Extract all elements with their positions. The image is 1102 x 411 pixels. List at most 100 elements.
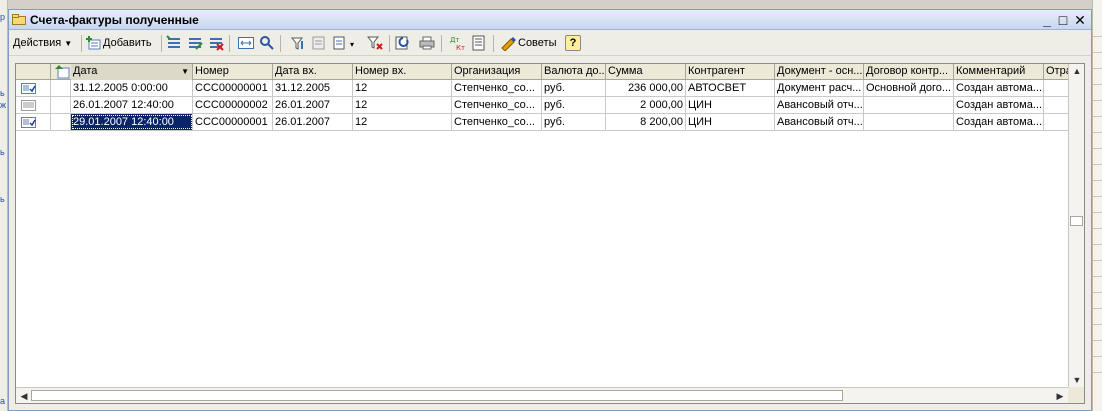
- close-button[interactable]: ✕: [1072, 11, 1088, 29]
- filter-dropdown-arrow-icon[interactable]: ▾: [350, 35, 354, 54]
- background-link-fragment: ь: [0, 194, 5, 204]
- debit-credit-icon[interactable]: Дт Кт: [450, 35, 466, 51]
- tips-button[interactable]: Советы: [518, 34, 556, 53]
- cell-in-date[interactable]: 31.12.2005: [273, 80, 353, 96]
- cell-currency[interactable]: руб.: [542, 114, 606, 130]
- print-icon[interactable]: [419, 35, 435, 51]
- scroll-down-arrow-icon[interactable]: ▼: [1069, 373, 1085, 387]
- help-button[interactable]: ?: [565, 35, 581, 51]
- delete-row-icon[interactable]: [208, 35, 224, 51]
- add-row-icon[interactable]: [86, 35, 102, 51]
- cell-comment[interactable]: Создан автома...: [954, 114, 1044, 130]
- cell-organization[interactable]: Степченко_со...: [452, 97, 542, 113]
- folder-icon: [12, 14, 26, 25]
- column-header-status[interactable]: [16, 64, 51, 80]
- column-header-reflect[interactable]: Отра: [1044, 64, 1068, 80]
- interval-icon[interactable]: [238, 35, 254, 51]
- cell-in-date[interactable]: 26.01.2007: [273, 114, 353, 130]
- cell-currency[interactable]: руб.: [542, 97, 606, 113]
- find-icon[interactable]: [259, 35, 275, 51]
- cell-basis-document[interactable]: Авансовый отч...: [775, 97, 864, 113]
- column-header-date[interactable]: Дата ▼: [71, 64, 193, 80]
- add-button-label: обавить: [110, 37, 152, 49]
- table-row[interactable]: 31.12.2005 0:00:00 CCC00000001 31.12.200…: [16, 80, 1068, 97]
- cell-in-number[interactable]: 12: [353, 80, 452, 96]
- maximize-button[interactable]: □: [1055, 11, 1071, 29]
- horizontal-scrollbar[interactable]: ◀ ▶: [16, 387, 1068, 403]
- cell-contract[interactable]: Основной дого...: [864, 80, 954, 96]
- cell-date-selected[interactable]: 29.01.2007 12:40:00: [71, 114, 193, 130]
- hierarchy-toggle-icon[interactable]: [55, 65, 71, 79]
- cell-comment[interactable]: Создан автома...: [954, 97, 1044, 113]
- cell-organization[interactable]: Степченко_со...: [452, 80, 542, 96]
- background-app-left-panel: р ь ж ь ь а: [0, 0, 8, 411]
- actions-menu-button[interactable]: Действия ▼: [13, 34, 72, 53]
- cell-reflect[interactable]: [1044, 80, 1068, 96]
- row-status-cell: [16, 97, 51, 113]
- background-link-fragment: ж: [0, 100, 7, 110]
- tips-icon[interactable]: [500, 35, 516, 51]
- cell-sum[interactable]: 2 000,00: [606, 97, 686, 113]
- documents-table[interactable]: Дата ▼ Номер Дата вх. Номер вх. Организа…: [15, 63, 1085, 404]
- clear-filter-icon[interactable]: [367, 35, 383, 51]
- report-icon[interactable]: [471, 35, 487, 51]
- cell-contract[interactable]: [864, 97, 954, 113]
- cell-contract[interactable]: [864, 114, 954, 130]
- filter-by-value-icon[interactable]: [290, 35, 306, 51]
- column-header-counterparty[interactable]: Контрагент: [686, 64, 775, 80]
- cell-number[interactable]: CCC00000002: [193, 97, 273, 113]
- add-button[interactable]: Добавить: [103, 34, 152, 53]
- cell-comment[interactable]: Создан автома...: [954, 80, 1044, 96]
- column-header-basis-document[interactable]: Документ - осн...: [775, 64, 864, 80]
- posted-document-icon: [21, 117, 36, 128]
- scroll-left-arrow-icon[interactable]: ◀: [16, 389, 32, 403]
- edit-row-icon[interactable]: [187, 35, 203, 51]
- table-row-selected[interactable]: 29.01.2007 12:40:00 CCC00000001 26.01.20…: [16, 114, 1068, 131]
- scroll-right-arrow-icon[interactable]: ▶: [1052, 389, 1068, 403]
- background-link-fragment: ь: [0, 88, 5, 98]
- cell-counterparty[interactable]: АВТОСВЕТ: [686, 80, 775, 96]
- cell-in-date[interactable]: 26.01.2007: [273, 97, 353, 113]
- hierarchy-icon[interactable]: [311, 35, 327, 51]
- cell-organization[interactable]: Степченко_со...: [452, 114, 542, 130]
- column-header-number[interactable]: Номер: [193, 64, 273, 80]
- cell-counterparty[interactable]: ЦИН: [686, 114, 775, 130]
- cell-reflect[interactable]: [1044, 97, 1068, 113]
- cell-in-number[interactable]: 12: [353, 97, 452, 113]
- cell-sum[interactable]: 236 000,00: [606, 80, 686, 96]
- column-header-sum[interactable]: Сумма: [606, 64, 686, 80]
- background-app-right-panel: [1092, 0, 1102, 411]
- column-header-organization[interactable]: Организация: [452, 64, 542, 80]
- refresh-icon[interactable]: [395, 35, 411, 51]
- table-header: Дата ▼ Номер Дата вх. Номер вх. Организа…: [16, 64, 1068, 80]
- cell-currency[interactable]: руб.: [542, 80, 606, 96]
- cell-basis-document[interactable]: Авансовый отч...: [775, 114, 864, 130]
- svg-text:Дт: Дт: [450, 36, 460, 44]
- vertical-scroll-thumb[interactable]: [1070, 216, 1083, 226]
- cell-number[interactable]: CCC00000001: [193, 80, 273, 96]
- column-header-in-date[interactable]: Дата вх.: [273, 64, 353, 80]
- cell-number[interactable]: CCC00000001: [193, 114, 273, 130]
- cell-date[interactable]: 26.01.2007 12:40:00: [71, 97, 193, 113]
- minimize-button[interactable]: _: [1039, 11, 1055, 29]
- cell-date[interactable]: 31.12.2005 0:00:00: [71, 80, 193, 96]
- horizontal-scroll-thumb[interactable]: [31, 390, 843, 401]
- table-row[interactable]: 26.01.2007 12:40:00 CCC00000002 26.01.20…: [16, 97, 1068, 114]
- cell-reflect[interactable]: [1044, 114, 1068, 130]
- cell-basis-document[interactable]: Документ расч...: [775, 80, 864, 96]
- scroll-up-arrow-icon[interactable]: ▲: [1069, 64, 1085, 78]
- column-header-comment[interactable]: Комментарий: [954, 64, 1044, 80]
- column-header-in-number[interactable]: Номер вх.: [353, 64, 452, 80]
- column-header-currency[interactable]: Валюта до...: [542, 64, 606, 80]
- title-bar[interactable]: Счета-фактуры полученные _ □ ✕: [9, 10, 1091, 30]
- copy-row-icon[interactable]: [166, 35, 182, 51]
- set-filter-icon[interactable]: [333, 35, 349, 51]
- sort-descending-icon: ▼: [181, 67, 189, 76]
- cell-in-number[interactable]: 12: [353, 114, 452, 130]
- unposted-document-icon: [21, 100, 36, 111]
- svg-text:Кт: Кт: [456, 44, 465, 51]
- cell-counterparty[interactable]: ЦИН: [686, 97, 775, 113]
- column-header-contract[interactable]: Договор контр...: [864, 64, 954, 80]
- cell-sum[interactable]: 8 200,00: [606, 114, 686, 130]
- vertical-scrollbar[interactable]: ▲ ▼: [1068, 64, 1084, 387]
